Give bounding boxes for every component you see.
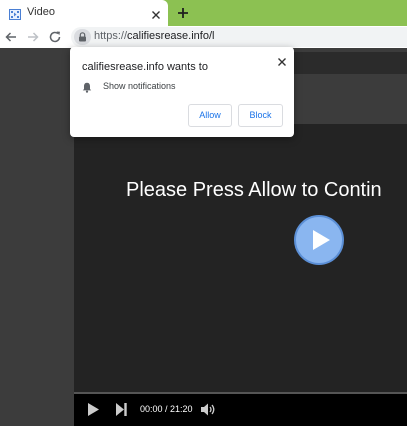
forward-arrow-icon[interactable] (26, 30, 40, 44)
volume-icon[interactable] (201, 403, 216, 421)
play-button[interactable] (294, 215, 344, 265)
url-text: https://califiesrease.info/l (94, 30, 214, 42)
address-bar[interactable]: https://califiesrease.info/l (71, 27, 407, 47)
play-icon[interactable] (88, 403, 99, 421)
skip-next-icon[interactable] (116, 403, 127, 421)
close-icon[interactable] (151, 7, 161, 19)
tab-video[interactable]: Video (0, 0, 168, 26)
video-favicon-icon (9, 7, 21, 20)
time-display: 00:00 / 21:20 (140, 404, 193, 414)
video-player[interactable]: Please Press Allow to Contin 00:00 / 21:… (74, 124, 407, 426)
play-icon (313, 230, 330, 250)
url-host: califiesrease.info/ (127, 30, 213, 42)
plus-icon[interactable] (176, 6, 190, 20)
url-suffix: l (212, 30, 215, 42)
block-button[interactable]: Block (238, 104, 283, 127)
browser-window: Video https://califiesrease.info/l Pleas… (0, 0, 407, 426)
url-scheme: https:// (94, 30, 128, 42)
video-screen[interactable]: Please Press Allow to Contin (74, 124, 407, 392)
notification-permission-popup: califiesrease.info wants to Show notific… (70, 47, 294, 137)
toolbar: https://califiesrease.info/l (0, 26, 407, 48)
video-controls: 00:00 / 21:20 (74, 394, 407, 426)
bell-icon (82, 80, 92, 98)
popup-title: califiesrease.info wants to (82, 61, 208, 73)
video-caption: Please Press Allow to Contin (126, 179, 382, 201)
allow-button[interactable]: Allow (188, 104, 232, 127)
tab-strip: Video (0, 0, 407, 26)
lock-icon[interactable] (74, 29, 91, 45)
reload-icon[interactable] (48, 30, 62, 44)
permission-label: Show notifications (103, 81, 176, 91)
tab-title: Video (27, 6, 55, 18)
back-arrow-icon[interactable] (4, 30, 18, 44)
close-icon[interactable] (277, 54, 287, 66)
